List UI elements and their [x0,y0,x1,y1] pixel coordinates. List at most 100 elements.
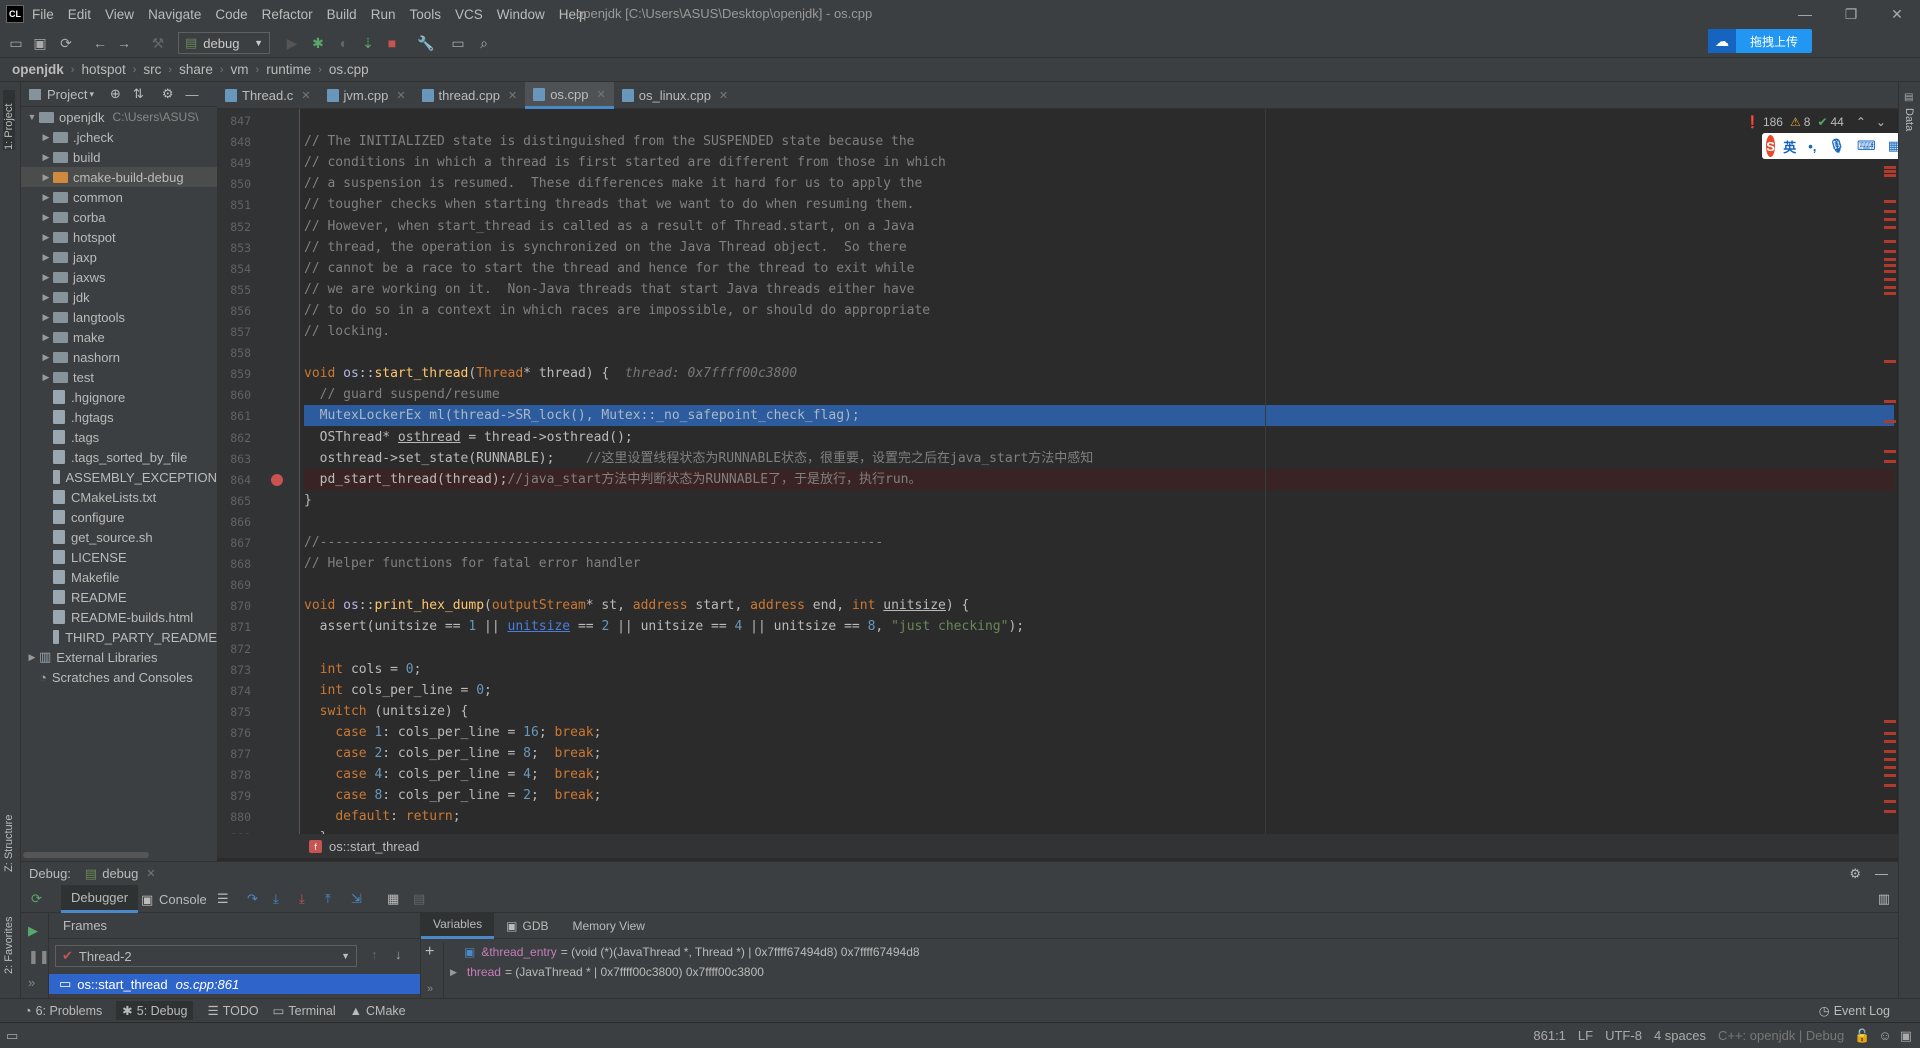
debug-session-tab[interactable]: debug [102,866,138,881]
tab-variables[interactable]: Variables [421,912,495,939]
code-line[interactable]: // tougher checks when starting threads … [304,194,1894,215]
menu-item[interactable]: File [32,7,54,22]
ime-punctuation[interactable]: •, [1808,139,1816,154]
error-marker[interactable] [1884,264,1896,267]
code-line[interactable]: case 2: cols_per_line = 8; break; [304,743,1894,764]
error-marker[interactable] [1884,360,1896,363]
breadcrumb-item[interactable]: hotspot [81,62,125,77]
inspection-widget[interactable]: ❗ 186 ⚠ 8 ✔ 44 ⌃ ⌄ [1745,114,1886,130]
tree-item[interactable]: ASSEMBLY_EXCEPTION [21,467,217,487]
project-view-select[interactable]: Project [47,87,87,102]
tree-item[interactable]: README [21,587,217,607]
error-marker[interactable] [1884,210,1896,213]
tree-item[interactable]: .hgignore [21,387,217,407]
menu-item[interactable]: VCS [455,7,483,22]
back-icon[interactable]: ← [90,33,110,53]
error-marker[interactable] [1884,226,1896,229]
step-into-icon[interactable]: ⤓ [273,891,279,907]
error-marker[interactable] [1884,460,1896,463]
cursor-position[interactable]: 861:1 [1533,1028,1566,1043]
attach-icon[interactable]: ⇣ [358,33,378,53]
code-line[interactable] [304,511,1894,532]
code-line[interactable]: int cols_per_line = 0; [304,680,1894,701]
editor-tab[interactable]: jvm.cpp ✕ [319,82,414,109]
trace-icon[interactable]: ▤ [413,891,425,907]
error-marker[interactable] [1884,240,1896,243]
microphone-icon[interactable]: 🎙 [1828,138,1845,154]
thread-select[interactable]: ✔ Thread-2 ▼ [55,945,357,967]
arrow-up-icon[interactable]: ↑ [371,947,378,962]
tree-item[interactable]: ▶ jdk [21,287,217,307]
upload-button[interactable]: ☁ 拖拽上传 [1708,29,1812,53]
force-step-into-icon[interactable]: ⤓ [299,891,305,907]
step-over-icon[interactable]: ↷ [247,891,258,907]
tree-item[interactable]: ▶ test [21,367,217,387]
close-icon[interactable]: ✕ [719,89,728,102]
menu-item[interactable]: Edit [68,7,91,22]
error-marker[interactable] [1884,450,1896,453]
tree-item[interactable]: ▶ jaxws [21,267,217,287]
search-icon[interactable]: ⌕ [474,33,494,53]
line-separator[interactable]: LF [1578,1028,1593,1043]
chevron-up-icon[interactable]: ⌃ [1856,115,1866,129]
tree-item[interactable]: THIRD_PARTY_README [21,627,217,647]
error-marker[interactable] [1884,218,1896,221]
code-line[interactable]: // The INITIALIZED state is distinguishe… [304,131,1894,152]
editor-tab[interactable]: thread.cpp ✕ [414,82,526,109]
code-line[interactable] [304,574,1894,595]
run-to-cursor-icon[interactable]: ⇲ [351,891,362,907]
event-log-button[interactable]: ◷ Event Log [1819,1003,1890,1019]
error-marker[interactable] [1884,258,1896,261]
error-marker[interactable] [1884,200,1896,203]
error-marker[interactable] [1884,800,1896,803]
debug-icon[interactable]: ✱ [308,33,328,53]
menu-item[interactable]: Window [497,7,545,22]
error-marker[interactable] [1884,292,1896,295]
code-line[interactable]: case 8: cols_per_line = 2; break; [304,785,1894,806]
run-config-select[interactable]: ▤ debug ▼ [178,32,270,54]
code-line[interactable]: // conditions in which a thread is first… [304,152,1894,173]
code-line[interactable]: } [304,490,1894,511]
hide-icon[interactable]: — [185,87,198,102]
menu-lines-icon[interactable]: ☰ [217,891,229,907]
add-watch-icon[interactable]: + [425,943,434,961]
open-folder-icon[interactable]: ▭ [6,33,26,53]
error-marker[interactable] [1884,720,1896,723]
restore-icon[interactable]: ❐ [1828,0,1874,28]
step-out-icon[interactable]: ⤒ [325,891,331,907]
tree-external-libraries[interactable]: ▶ ▥ External Libraries [21,647,217,667]
structure-tool-tab[interactable]: Z: Structure [3,802,15,872]
tree-item[interactable]: get_source.sh [21,527,217,547]
error-marker[interactable] [1884,400,1896,403]
file-encoding[interactable]: UTF-8 [1605,1028,1642,1043]
inspector-icon[interactable]: ☺ [1878,1028,1891,1043]
hide-icon[interactable]: — [1875,866,1888,881]
error-marker[interactable] [1884,170,1896,173]
coverage-icon[interactable]: ◐ [334,33,354,53]
code-line[interactable]: assert(unitsize == 1 || unitsize == 2 ||… [304,616,1894,637]
error-marker[interactable] [1884,250,1896,253]
tree-item[interactable]: ▶ jaxp [21,247,217,267]
project-tool-tab[interactable]: 1: Project [3,90,15,150]
code-line[interactable]: int cols = 0; [304,659,1894,680]
code-line[interactable]: void os::start_thread(Thread* thread) { … [304,363,1894,384]
breadcrumb-item[interactable]: os.cpp [329,62,369,77]
code-line[interactable]: } [304,827,1894,834]
horizontal-scrollbar[interactable] [23,852,149,858]
bottom-tab[interactable]: ▭ Terminal [273,1001,336,1020]
code-line[interactable]: // guard suspend/resume [304,384,1894,405]
tree-item[interactable]: ▶ .jcheck [21,127,217,147]
error-marker[interactable] [1884,810,1896,813]
error-marker[interactable] [1884,420,1896,423]
code-line[interactable]: MutexLockerEx ml(thread->SR_lock(), Mute… [304,405,1894,426]
function-name[interactable]: os::start_thread [329,839,419,854]
chevron-down-icon[interactable]: ⌄ [1876,115,1886,129]
gear-icon[interactable]: ⚙ [162,86,174,102]
tree-item[interactable]: configure [21,507,217,527]
close-icon[interactable]: ✕ [597,88,606,101]
more-icon[interactable]: » [28,975,35,990]
breadcrumb-item[interactable]: vm [231,62,249,77]
code-line[interactable]: osthread->set_state(RUNNABLE); //这里设置线程状… [304,448,1894,469]
resume-icon[interactable]: ▶ [28,923,38,939]
code-line[interactable]: switch (unitsize) { [304,701,1894,722]
